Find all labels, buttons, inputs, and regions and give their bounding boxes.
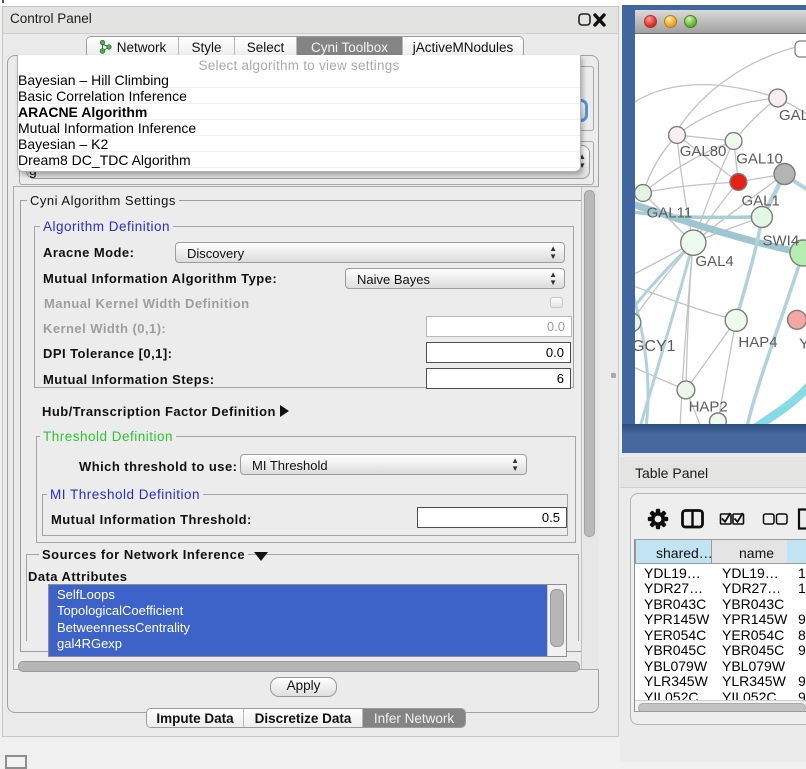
svg-text:GAL80: GAL80	[680, 143, 727, 160]
svg-text:GAL10: GAL10	[736, 151, 783, 168]
svg-text:SWI4: SWI4	[763, 233, 800, 250]
svg-text:GAL4: GAL4	[695, 253, 733, 270]
svg-text:GAL1: GAL1	[742, 193, 780, 210]
svg-text:GAL7: GAL7	[779, 107, 806, 124]
svg-text:GAL11: GAL11	[647, 205, 693, 222]
svg-text:GCY1: GCY1	[635, 338, 676, 355]
svg-text:Y: Y	[799, 336, 806, 353]
svg-text:HAP2: HAP2	[689, 399, 728, 416]
svg-text:HAP4: HAP4	[738, 334, 777, 351]
